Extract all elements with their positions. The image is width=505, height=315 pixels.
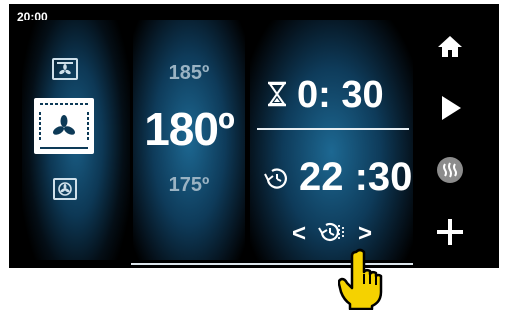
top-heat-icon[interactable] bbox=[52, 58, 78, 80]
temperature-current-value: 180º bbox=[144, 103, 235, 155]
time-divider bbox=[257, 128, 409, 130]
end-time-icon bbox=[262, 166, 292, 195]
plus-icon bbox=[437, 219, 463, 245]
time-mode-prev-button[interactable]: < bbox=[292, 222, 306, 246]
steam-button[interactable] bbox=[428, 150, 472, 190]
hourglass-icon bbox=[266, 81, 288, 112]
home-icon bbox=[438, 36, 462, 57]
fan-only-icon[interactable] bbox=[53, 178, 77, 200]
delayed-start-icon[interactable] bbox=[317, 221, 347, 248]
temperature-next-value[interactable]: 185º bbox=[133, 62, 245, 85]
cooking-duration[interactable]: 0: 30 bbox=[297, 74, 384, 117]
fan-heat-icon[interactable] bbox=[34, 98, 94, 154]
time-mode-next-button[interactable]: > bbox=[358, 222, 372, 246]
time-mode-navigator: < > bbox=[292, 219, 372, 249]
home-button[interactable] bbox=[428, 26, 472, 66]
start-button[interactable] bbox=[428, 88, 472, 128]
pointing-hand-icon bbox=[337, 248, 384, 315]
add-button[interactable] bbox=[428, 212, 472, 252]
steam-icon bbox=[437, 157, 463, 183]
temperature-prev-value[interactable]: 175º bbox=[133, 174, 245, 197]
end-time-value[interactable]: 22 :30 bbox=[299, 155, 412, 200]
play-icon bbox=[442, 96, 461, 120]
